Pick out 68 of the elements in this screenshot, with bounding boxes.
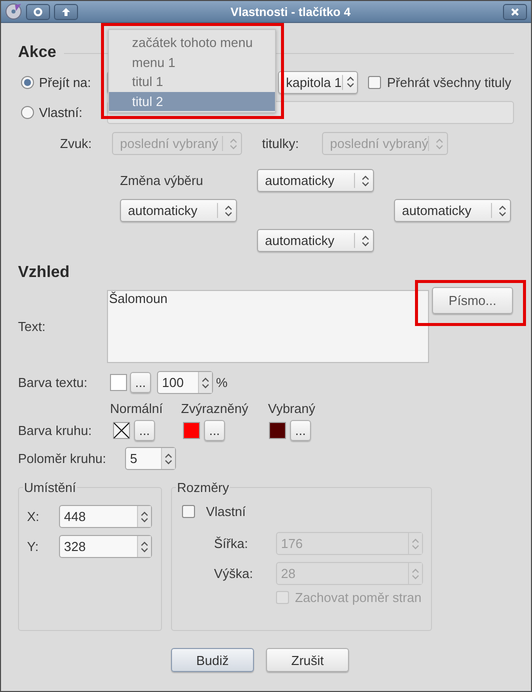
dialog-button[interactable]: Budiž [171,648,254,672]
radio-button[interactable]: Vlastní: [18,104,107,120]
font-button[interactable]: Písmo... [432,287,513,314]
column-header: Vybraný [268,401,316,416]
up-down-arrows-icon [165,452,172,464]
color-picker-button[interactable]: ... [130,372,151,393]
radio-button[interactable]: Přejít na: [18,74,107,90]
checkbox[interactable]: Vlastní [182,504,246,519]
radius-label: Poloměr kruhu: [18,451,108,466]
checkbox[interactable]: Přehrát všechny tituly [368,74,512,90]
menu-item[interactable]: titul 1 [109,72,275,92]
section-heading: Akce [18,44,56,62]
text-color-label: Barva textu: [18,375,88,390]
color-swatch[interactable] [269,422,286,439]
percent-sign: % [216,375,228,390]
opacity-spin-box[interactable]: 100 [157,371,213,394]
up-down-arrows-icon [362,234,368,246]
no-color-swatch[interactable] [113,422,130,439]
raise-button[interactable] [54,4,78,20]
color-picker-button[interactable]: ... [134,420,155,441]
color-swatch[interactable] [183,422,200,439]
circle-icon [33,6,43,16]
up-down-arrows-icon [224,204,232,216]
column-header: Normální [110,401,164,416]
left-dropdown[interactable]: automaticky [120,199,237,222]
up-arrow-icon [61,6,71,16]
group-title: Rozměry [176,480,230,495]
subtitles-label: titulky: [261,136,300,151]
up-down-arrows-icon [362,174,368,186]
close-icon [510,6,520,16]
up-down-arrows-icon [436,138,443,150]
right-dropdown[interactable]: automaticky [394,199,511,222]
pin-button[interactable] [26,4,50,20]
up-down-arrows-icon [230,138,236,150]
window-title: Vlastnosti - tlačítko 4 [229,4,352,18]
x-label: X: [27,509,40,524]
close-button[interactable] [503,4,527,20]
y-spin-box[interactable]: 328 [59,535,152,558]
dialog-button[interactable]: Zrušit [266,648,349,672]
selection-change-label: Změna výběru [120,173,204,188]
text-label: Text: [18,319,46,334]
menu-item[interactable]: začátek tohoto menu [109,33,275,52]
disc-icon [5,3,22,20]
column-header: Zvýrazněný [181,401,250,416]
up-down-arrows-icon [412,538,419,550]
up-down-arrows-icon [202,376,209,388]
up-down-arrows-icon [498,204,506,216]
up-down-arrows-icon [347,76,354,88]
x-spin-box[interactable]: 448 [59,505,152,528]
group-title: Umístění [23,480,78,495]
down-dropdown[interactable]: automaticky [257,229,374,252]
up-down-arrows-icon [412,568,419,580]
color-picker-button[interactable]: ... [290,420,311,441]
up-dropdown[interactable]: automaticky [257,169,374,192]
color-swatch[interactable] [110,374,127,391]
section-heading: Vzhled [18,264,70,282]
chapter-dropdown[interactable]: kapitola 1 [278,70,358,94]
width-label: Šířka: [214,536,249,551]
height-label: Výška: [214,566,254,581]
audio-label: Zvuk: [60,136,93,151]
radius-spin-box[interactable]: 5 [125,447,176,470]
color-picker-button[interactable]: ... [204,420,225,441]
y-label: Y: [27,539,40,554]
up-down-arrows-icon [141,540,148,552]
circle-color-label: Barva kruhu: [18,423,93,438]
up-down-arrows-icon [141,510,148,522]
menu-item[interactable]: menu 1 [109,52,275,72]
text-area[interactable]: Šalomoun [107,290,429,363]
